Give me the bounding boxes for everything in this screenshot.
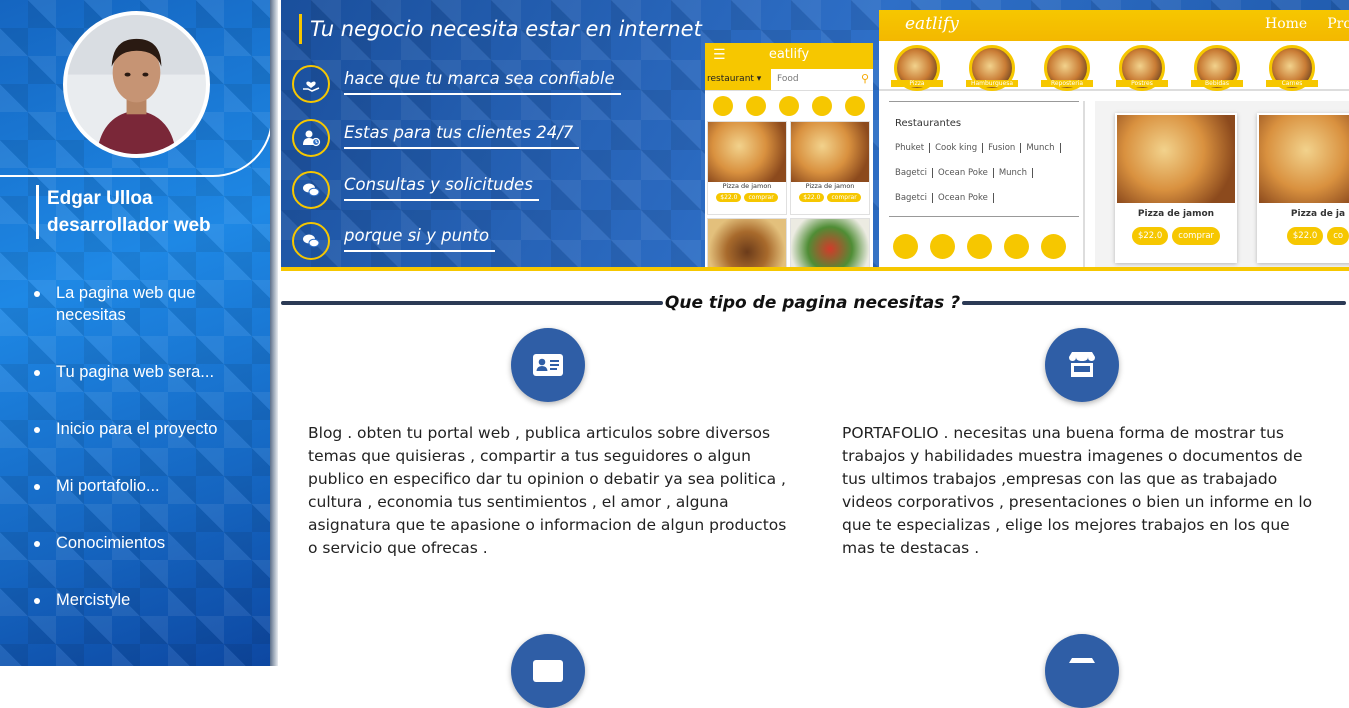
tablet-menu-prod: Prod bbox=[1327, 16, 1349, 32]
pizza-icon bbox=[930, 234, 955, 259]
section-title: Que tipo de pagina necesitas ? bbox=[664, 293, 961, 313]
sidebar-item-conocimientos[interactable]: Conocimientos bbox=[32, 532, 252, 554]
burger-image bbox=[708, 219, 786, 267]
store-icon bbox=[1045, 634, 1119, 708]
profile-role: desarrollador web bbox=[47, 215, 211, 236]
pizza-image bbox=[708, 122, 786, 182]
sidebar-item-inicio-proyecto[interactable]: Inicio para el proyecto bbox=[32, 418, 252, 440]
store-icon bbox=[1045, 328, 1119, 402]
user-clock-icon bbox=[292, 119, 330, 157]
product-name: Pizza de ja bbox=[1290, 209, 1346, 219]
pizza-icon bbox=[746, 96, 767, 116]
cake-icon bbox=[778, 96, 799, 116]
fork-knife-icon bbox=[713, 96, 734, 116]
tablet-product-area: Pizza de jamon $22.0 comprar Pizza de ja … bbox=[1095, 101, 1349, 267]
feature-text: hace que tu marca sea confiable bbox=[344, 69, 621, 95]
hamburger-menu-icon: ☰ bbox=[713, 47, 726, 63]
section-rule-right bbox=[962, 301, 1346, 305]
sidebar-nav: La pagina web que necesitas Tu pagina we… bbox=[32, 282, 252, 611]
tablet-product-card: Pizza de ja $22.0 co bbox=[1257, 113, 1349, 263]
tablet-logo: eatlify bbox=[905, 14, 959, 34]
sidebar-item-mercistyle[interactable]: Mercistyle bbox=[32, 589, 252, 611]
tablet-menu: Home Prod bbox=[1265, 16, 1349, 32]
pizza-image bbox=[1117, 115, 1235, 203]
buy-button: comprar bbox=[827, 193, 861, 202]
heart-hand-icon bbox=[292, 65, 330, 103]
tablet-header: eatlify Home Prod bbox=[879, 10, 1349, 41]
phone-product-card: Pizza de jamon $22.0 comprar bbox=[790, 121, 870, 215]
hero-title: Tu negocio necesita estar en internet bbox=[299, 14, 702, 44]
sidebar-item-portafolio[interactable]: Mi portafolio... bbox=[32, 475, 252, 497]
product-name: Pizza de jamon bbox=[722, 182, 772, 190]
buy-button: co bbox=[1327, 227, 1349, 245]
restaurant-row: Bagetci Ocean Poke Munch bbox=[889, 168, 1083, 178]
feature-text: Consultas y solicitudes bbox=[344, 175, 539, 201]
tablet-category-icons bbox=[893, 234, 1066, 259]
phone-product-grid: Pizza de jamon $22.0 comprar Pizza de jam… bbox=[705, 121, 873, 267]
salad-image bbox=[791, 219, 869, 267]
cake-icon bbox=[967, 234, 992, 259]
avatar bbox=[63, 11, 210, 158]
meat-icon bbox=[1041, 234, 1066, 259]
section-rule-left bbox=[281, 301, 663, 305]
phone-mockup: ☰ eatlify restaurant ▾ Food ⚲ Pizza de j… bbox=[705, 43, 873, 267]
tablet-product-card: Pizza de jamon $22.0 comprar bbox=[1115, 113, 1237, 263]
sidebar-edge bbox=[270, 0, 278, 666]
portfolio-description: PORTAFOLIO . necesitas una buena forma d… bbox=[842, 424, 1313, 557]
sidebar: Edgar Ulloa desarrollador web La pagina … bbox=[0, 0, 273, 666]
phone-product-card bbox=[707, 218, 787, 267]
tablet-menu-home: Home bbox=[1265, 16, 1308, 32]
phone-product-card: Pizza de jamon $22.0 comprar bbox=[707, 121, 787, 215]
category-bebidas: Bebidas bbox=[1191, 45, 1243, 91]
meat-icon bbox=[844, 96, 865, 116]
phone-search-input: Food ⚲ bbox=[777, 72, 869, 85]
category-postres: Postres bbox=[1116, 45, 1168, 91]
phone-category-icons bbox=[705, 91, 873, 121]
product-name: Pizza de jamon bbox=[1137, 209, 1215, 219]
category-carnes: Carnes bbox=[1266, 45, 1318, 91]
drink-icon bbox=[1004, 234, 1029, 259]
hero-banner: Tu negocio necesita estar en internet ha… bbox=[281, 0, 1349, 271]
feature-text: porque si y punto bbox=[344, 226, 496, 252]
phone-category-select: restaurant ▾ bbox=[705, 69, 771, 90]
chat-bubbles-icon bbox=[292, 222, 330, 260]
sidebar-item-tu-pagina[interactable]: Tu pagina web sera... bbox=[32, 361, 252, 383]
tablet-mockup: eatlify Home Prod Pizza Hamburguesa Repos… bbox=[879, 10, 1349, 267]
phone-header: ☰ eatlify bbox=[705, 43, 873, 69]
buy-button: comprar bbox=[744, 193, 778, 202]
category-hamburguesa: Hamburguesa bbox=[966, 45, 1018, 91]
feature-text: Estas para tus clientes 24/7 bbox=[344, 123, 580, 149]
pizza-image bbox=[1259, 115, 1349, 203]
product-name: Pizza de jamon bbox=[805, 182, 855, 190]
restaurant-row: Phuket Cook king Fusion Munch bbox=[889, 143, 1083, 153]
buy-button: comprar bbox=[1172, 227, 1221, 245]
price-badge: $22.0 bbox=[1286, 227, 1324, 245]
restaurants-heading: Restaurantes bbox=[895, 118, 962, 129]
drink-icon bbox=[811, 96, 832, 116]
price-badge: $22.0 bbox=[716, 193, 742, 202]
phone-product-card bbox=[790, 218, 870, 267]
profile-name: Edgar Ulloa bbox=[47, 188, 153, 209]
price-badge: $22.0 bbox=[799, 193, 825, 202]
price-badge: $22.0 bbox=[1131, 227, 1169, 245]
restaurant-row: Bagetci Ocean Poke bbox=[889, 193, 1083, 203]
profile-name-block: Edgar Ulloa desarrollador web bbox=[36, 185, 211, 239]
id-card-icon bbox=[511, 634, 585, 708]
pizza-image bbox=[791, 122, 869, 182]
id-card-icon bbox=[511, 328, 585, 402]
category-pizza: Pizza bbox=[891, 45, 943, 91]
fork-knife-icon bbox=[893, 234, 918, 259]
sidebar-item-pagina-web[interactable]: La pagina web que necesitas bbox=[32, 282, 252, 326]
category-reposteria: Reposteria bbox=[1041, 45, 1093, 91]
phone-logo: eatlify bbox=[768, 47, 810, 62]
search-icon: ⚲ bbox=[860, 72, 869, 85]
chat-bubbles-icon bbox=[292, 171, 330, 209]
tablet-categories: Pizza Hamburguesa Reposteria Postres Beb… bbox=[879, 41, 1349, 91]
phone-search-bar: restaurant ▾ Food ⚲ bbox=[705, 69, 873, 91]
blog-description: Blog . obten tu portal web , publica art… bbox=[308, 424, 787, 557]
